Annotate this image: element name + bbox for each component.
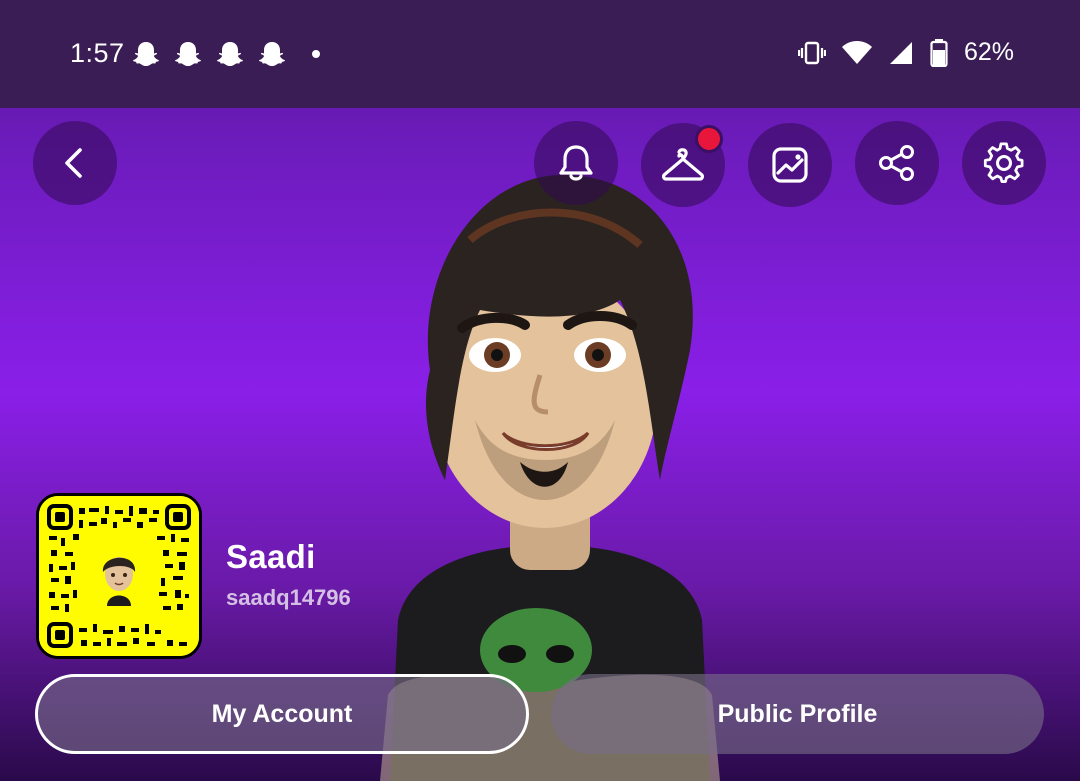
gallery-button[interactable] [748,123,832,207]
battery-icon [930,38,948,67]
my-account-label: My Account [211,699,353,728]
snapcode[interactable] [36,493,202,659]
notification-icons [132,40,320,68]
my-account-button[interactable]: My Account [35,674,529,754]
notifications-button[interactable] [534,121,618,205]
status-bar: 1:57 62% [0,0,1080,108]
snapchat-ghost-icon [132,40,160,68]
back-button[interactable] [33,121,117,205]
status-time: 1:57 [70,38,125,68]
username: saadq14796 [226,585,351,610]
cell-signal-icon [888,40,914,66]
display-name: Saadi [226,538,316,575]
bell-icon [557,143,595,183]
vibrate-icon [797,39,826,67]
snapchat-ghost-icon [174,40,202,68]
more-notifications-dot [312,50,320,58]
status-indicators: 62% [797,38,1014,67]
public-profile-label: Public Profile [717,699,878,728]
gear-icon [983,142,1025,184]
snapchat-ghost-icon [216,40,244,68]
photo-icon [771,146,809,184]
public-profile-button[interactable]: Public Profile [551,674,1044,754]
settings-button[interactable] [962,121,1046,205]
share-icon [877,143,917,183]
battery-percent: 62% [963,38,1014,66]
snapchat-ghost-icon [258,40,286,68]
back-arrow-icon [58,146,92,180]
profile-screen: 1:57 62% Saadi saadq14796 My Account Pub… [0,0,1080,781]
wardrobe-badge [695,125,723,153]
share-button[interactable] [855,121,939,205]
wifi-icon [841,40,872,66]
hanger-icon [661,147,705,183]
wardrobe-button[interactable] [641,123,725,207]
